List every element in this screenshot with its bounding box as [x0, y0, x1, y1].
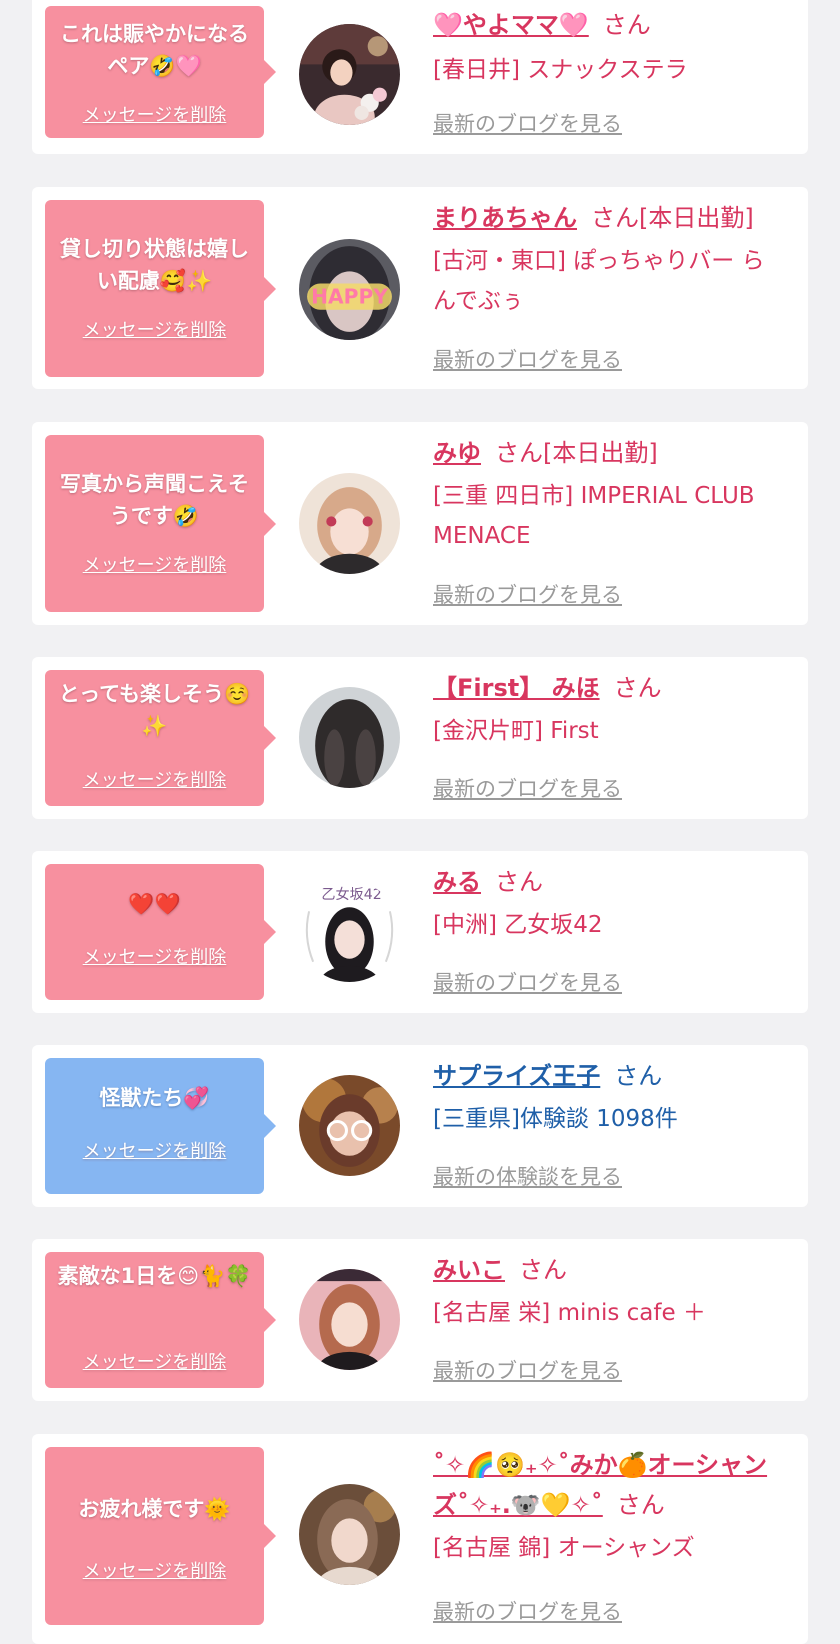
latest-blog-link[interactable]: 最新のブログを見る [433, 773, 622, 803]
message-card: 素敵な1日を😊🐈🍀 メッセージを削除 みいこ さん [名古屋 栄] minis c… [32, 1239, 808, 1401]
delete-message-link[interactable]: メッセージを削除 [45, 1348, 264, 1374]
message-text: これは賑やかになるペア🤣🩷 [60, 22, 249, 78]
delete-message-link[interactable]: メッセージを削除 [45, 316, 264, 342]
delete-message-link[interactable]: メッセージを削除 [45, 943, 264, 969]
name-line: みいこ さん [433, 1250, 783, 1290]
name-line: みる さん [433, 862, 783, 902]
latest-blog-link[interactable]: 最新のブログを見る [433, 1596, 622, 1626]
message-text: 写真から声聞こえそうです🤣 [60, 472, 249, 528]
message-bubble: 写真から声聞こえそうです🤣 メッセージを削除 [45, 435, 276, 612]
delete-message-link[interactable]: メッセージを削除 [45, 1557, 264, 1583]
message-text: 怪獣たち💞 [99, 1086, 210, 1110]
avatar[interactable]: 乙女坂42 [299, 881, 400, 982]
message-bubble: 素敵な1日を😊🐈🍀 メッセージを削除 [45, 1252, 276, 1388]
message-text: 素敵な1日を😊🐈🍀 [57, 1264, 252, 1288]
message-card: 写真から声聞こえそうです🤣 メッセージを削除 みゆ さん[本日出勤] [三重 四日… [32, 422, 808, 625]
message-card: 貸し切り状態は嬉しい配慮🥰✨ メッセージを削除 HAPPY まりあちゃん さん[本… [32, 187, 808, 389]
member-info: 🩷やよママ🩷 さん [春日井] スナックステラ [433, 5, 783, 90]
member-name-link[interactable]: みゆ [433, 439, 481, 467]
latest-blog-link[interactable]: 最新のブログを見る [433, 967, 622, 997]
member-info: 【First】 みほ さん [金沢片町] First [433, 668, 783, 751]
honorific: さん [519, 1256, 567, 1284]
name-line: ˚✧🌈🥺₊✧˚みか🍊オーシャンズ˚✧₊.🐨💛✧˚ さん [433, 1445, 783, 1525]
name-line: 【First】 みほ さん [433, 668, 783, 708]
member-name-link[interactable]: みる [433, 868, 481, 896]
message-bubble: 貸し切り状態は嬉しい配慮🥰✨ メッセージを削除 [45, 200, 276, 377]
message-bubble: とっても楽しそう☺️✨ メッセージを削除 [45, 670, 276, 806]
message-text: ❤️❤️ [128, 892, 181, 916]
member-name-link[interactable]: サプライズ王子 [433, 1062, 600, 1090]
avatar-logo-text: 乙女坂42 [321, 886, 381, 903]
member-name-link[interactable]: まりあちゃん [433, 204, 577, 232]
member-info: みいこ さん [名古屋 栄] minis cafe ＋ [433, 1250, 783, 1333]
latest-experience-link[interactable]: 最新の体験談を見る [433, 1161, 622, 1191]
message-bubble: 怪獣たち💞 メッセージを削除 [45, 1058, 276, 1194]
shop-name: [名古屋 錦] オーシャンズ [433, 1535, 695, 1561]
shop-name: [古河・東口] ぽっちゃりバー らんでぶぅ [433, 248, 765, 314]
avatar[interactable] [299, 24, 400, 125]
avatar[interactable] [299, 687, 400, 788]
shop-name: [中洲] 乙女坂42 [433, 912, 603, 938]
delete-message-link[interactable]: メッセージを削除 [45, 766, 264, 792]
delete-message-link[interactable]: メッセージを削除 [45, 101, 264, 127]
latest-blog-link[interactable]: 最新のブログを見る [433, 344, 622, 374]
message-card: これは賑やかになるペア🤣🩷 メッセージを削除 🩷やよママ🩷 さん [春日井] スナ… [32, 0, 808, 154]
shop-name: [金沢片町] First [433, 718, 599, 744]
message-bubble: お疲れ様です🌞 メッセージを削除 [45, 1447, 276, 1625]
latest-blog-link[interactable]: 最新のブログを見る [433, 108, 622, 138]
latest-blog-link[interactable]: 最新のブログを見る [433, 579, 622, 609]
message-text: とっても楽しそう☺️✨ [58, 682, 251, 738]
avatar-sticker-text: HAPPY [311, 285, 388, 309]
avatar[interactable] [299, 1269, 400, 1370]
honorific: さん [602, 11, 651, 39]
honorific: さん [616, 1491, 665, 1519]
member-name-link[interactable]: みいこ [433, 1256, 505, 1284]
shop-name: [春日井] スナックステラ [433, 57, 688, 83]
avatar[interactable]: HAPPY [299, 239, 400, 340]
honorific: さん [495, 868, 543, 896]
name-line: サプライズ王子 さん [433, 1056, 783, 1096]
message-bubble: これは賑やかになるペア🤣🩷 メッセージを削除 [45, 6, 276, 138]
message-card: お疲れ様です🌞 メッセージを削除 ˚✧🌈🥺₊✧˚みか🍊オーシャンズ˚✧₊.🐨💛✧… [32, 1434, 808, 1644]
honorific: さん [614, 1062, 663, 1090]
message-text: 貸し切り状態は嬉しい配慮🥰✨ [60, 237, 249, 293]
honorific: さん[本日出勤] [495, 439, 658, 467]
avatar[interactable] [299, 473, 400, 574]
member-name-link[interactable]: 【First】 みほ [433, 674, 600, 702]
member-info: ˚✧🌈🥺₊✧˚みか🍊オーシャンズ˚✧₊.🐨💛✧˚ さん [名古屋 錦] オーシャン… [433, 1445, 783, 1568]
avatar[interactable] [299, 1075, 400, 1176]
message-card: ❤️❤️ メッセージを削除 乙女坂42 みる さん [中洲] 乙女坂42 最新のブ… [32, 851, 808, 1013]
name-line: まりあちゃん さん[本日出勤] [433, 198, 783, 238]
message-card: 怪獣たち💞 メッセージを削除 サプライズ王子 さん [三重県]体験談 1098件 … [32, 1045, 808, 1207]
message-text: お疲れ様です🌞 [78, 1497, 231, 1521]
message-card: とっても楽しそう☺️✨ メッセージを削除 【First】 みほ さん [金沢片町]… [32, 657, 808, 819]
shop-name: [三重県]体験談 1098件 [433, 1106, 678, 1132]
member-name-link[interactable]: ˚✧🌈🥺₊✧˚みか🍊オーシャンズ˚✧₊.🐨💛✧˚ [433, 1451, 767, 1519]
delete-message-link[interactable]: メッセージを削除 [45, 1137, 264, 1163]
member-info: サプライズ王子 さん [三重県]体験談 1098件 [433, 1056, 783, 1139]
honorific: さん [613, 674, 662, 702]
member-name-link[interactable]: 🩷やよママ🩷 [433, 11, 589, 39]
avatar[interactable] [299, 1484, 400, 1585]
shop-name: [名古屋 栄] minis cafe ＋ [433, 1300, 706, 1326]
message-bubble: ❤️❤️ メッセージを削除 [45, 864, 276, 1000]
honorific: さん[本日出勤] [591, 204, 754, 232]
member-info: まりあちゃん さん[本日出勤] [古河・東口] ぽっちゃりバー らんでぶぅ [433, 198, 783, 321]
name-line: みゆ さん[本日出勤] [433, 433, 783, 473]
shop-name: [三重 四日市] IMPERIAL CLUB MENACE [433, 483, 755, 549]
latest-blog-link[interactable]: 最新のブログを見る [433, 1355, 622, 1385]
delete-message-link[interactable]: メッセージを削除 [45, 551, 264, 577]
name-line: 🩷やよママ🩷 さん [433, 5, 783, 45]
member-info: みる さん [中洲] 乙女坂42 [433, 862, 783, 945]
member-info: みゆ さん[本日出勤] [三重 四日市] IMPERIAL CLUB MENACE [433, 433, 783, 556]
